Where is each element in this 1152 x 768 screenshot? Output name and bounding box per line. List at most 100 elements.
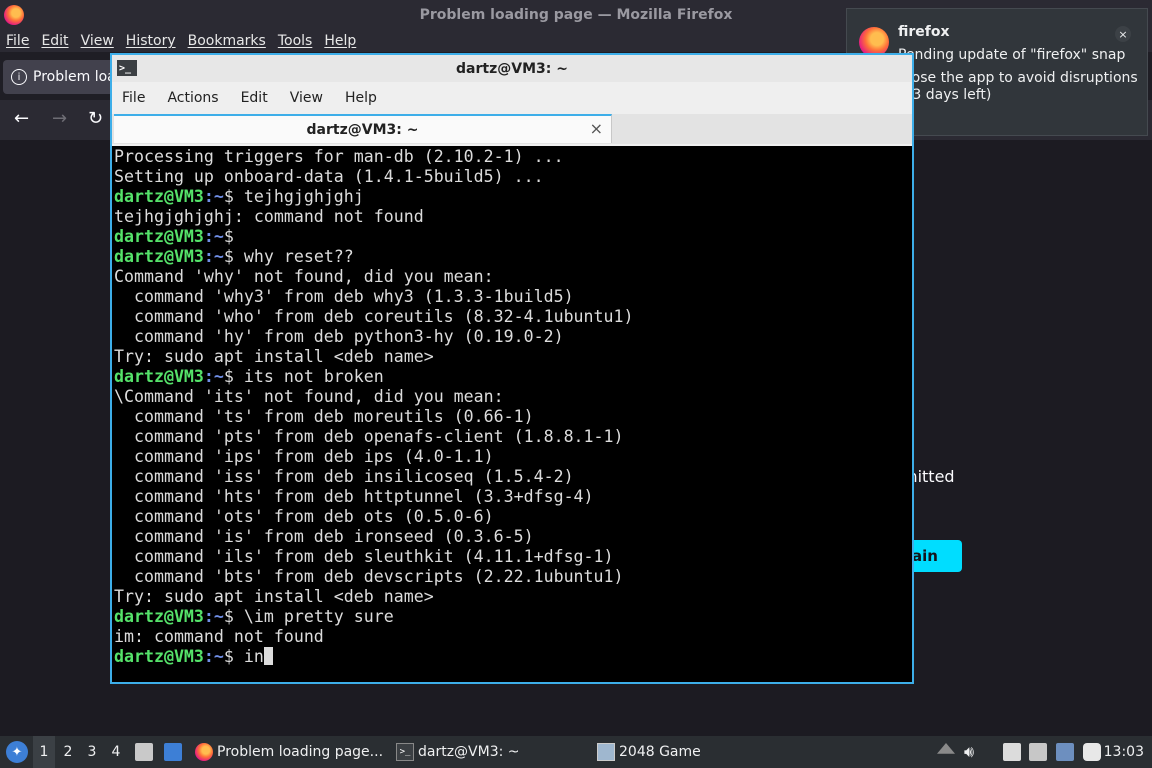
desktop: Problem loading page — Mozilla Firefox F…: [0, 0, 1152, 768]
terminal-output-line: command 'hy' from deb python3-hy (0.19.0…: [114, 327, 564, 346]
terminal-tab-label: dartz@VM3: ~: [306, 121, 419, 138]
workspace-2[interactable]: 2: [57, 736, 79, 768]
terminal-tabbar: dartz@VM3: ~ ×: [112, 114, 912, 144]
reload-icon[interactable]: ↻: [88, 108, 103, 129]
terminal-output-line: command 'ips' from deb ips (4.0-1.1): [114, 447, 494, 466]
terminal-icon[interactable]: >_: [117, 60, 137, 76]
prompt-symbol: $: [223, 367, 234, 386]
taskbar-task-label: dartz@VM3: ~: [418, 744, 520, 760]
updates-icon[interactable]: [1083, 743, 1101, 761]
workspace-4[interactable]: 4: [105, 736, 127, 768]
prompt-path: :~: [203, 647, 224, 666]
terminal-menu-actions[interactable]: Actions: [167, 90, 218, 106]
terminal-titlebar[interactable]: >_ dartz@VM3: ~: [112, 55, 912, 82]
terminal-window-title: dartz@VM3: ~: [456, 60, 568, 77]
taskbar-task-label: Problem loading page...: [217, 744, 384, 760]
terminal-menu-file[interactable]: File: [122, 90, 145, 106]
workspace-3[interactable]: 3: [81, 736, 103, 768]
terminal-output-line: command 'is' from deb ironseed (0.3.6-5): [114, 527, 534, 546]
terminal-output-line: Try: sudo apt install <deb name>: [114, 587, 434, 606]
terminal-output-line: command 'ts' from deb moreutils (0.66-1): [114, 407, 534, 426]
firefox-menu-bookmarks[interactable]: Bookmarks: [188, 33, 266, 49]
terminal-command-line: dartz@VM3:~$ in: [114, 647, 910, 667]
terminal-menu-view[interactable]: View: [290, 90, 323, 106]
forward-arrow-icon[interactable]: →: [52, 108, 67, 129]
terminal-command-line: dartz@VM3:~$ why reset??: [114, 247, 910, 267]
prompt-path: :~: [203, 247, 224, 266]
prompt-path: :~: [203, 187, 224, 206]
eject-icon[interactable]: [937, 743, 955, 754]
workspace-1[interactable]: 1: [33, 736, 55, 768]
firefox-menu-view[interactable]: View: [81, 33, 114, 49]
notification-app-name: firefox: [898, 24, 950, 40]
command-text: tejhgjghjghj: [233, 187, 364, 206]
terminal-output-line: command 'who' from deb coreutils (8.32-4…: [114, 307, 634, 326]
back-arrow-icon[interactable]: ←: [14, 108, 29, 129]
prompt-symbol: $: [223, 607, 234, 626]
terminal-output-line: command 'pts' from deb openafs-client (1…: [114, 427, 624, 446]
notification-detail: Close the app to avoid disruptions (13 d…: [898, 70, 1138, 103]
terminal-menu-help[interactable]: Help: [345, 90, 377, 106]
network-icon[interactable]: [1029, 743, 1047, 761]
terminal-output-line: \Command 'its' not found, did you mean:: [114, 387, 504, 406]
taskbar-task-2048[interactable]: 2048 Game: [597, 736, 701, 768]
command-text: \im pretty sure: [233, 607, 394, 626]
start-menu-icon[interactable]: ✦: [6, 741, 28, 763]
prompt-user: dartz@VM3: [114, 647, 204, 666]
firefox-menu-history[interactable]: History: [126, 33, 176, 49]
terminal-menu-edit[interactable]: Edit: [241, 90, 268, 106]
terminal-tab[interactable]: dartz@VM3: ~ ×: [114, 114, 612, 143]
volume-icon[interactable]: 🔊︎: [964, 743, 982, 761]
prompt-user: dartz@VM3: [114, 367, 204, 386]
terminal-output-line: command 'why3' from deb why3 (1.3.3-1bui…: [114, 287, 574, 306]
prompt-symbol: $: [223, 187, 234, 206]
terminal-output[interactable]: Processing triggers for man-db (2.10.2-1…: [112, 146, 912, 682]
file-manager-icon[interactable]: [135, 743, 153, 761]
notification-close-button[interactable]: ×: [1115, 26, 1131, 42]
terminal-output-line: command 'ots' from deb ots (0.5.0-6): [114, 507, 494, 526]
terminal-output-line: Command 'why' not found, did you mean:: [114, 267, 494, 286]
clipboard-icon[interactable]: [1003, 743, 1021, 761]
terminal-output-line: command 'ils' from deb sleuthkit (4.11.1…: [114, 547, 614, 566]
prompt-path: :~: [203, 367, 224, 386]
terminal-window: >_ dartz@VM3: ~ File Actions Edit View H…: [110, 53, 914, 684]
prompt-user: dartz@VM3: [114, 227, 204, 246]
display-icon[interactable]: [1056, 743, 1074, 761]
firefox-window-title: Problem loading page — Mozilla Firefox: [419, 7, 733, 23]
taskbar: ✦ 1 2 3 4 Problem loading page... >_ dar…: [0, 736, 1152, 768]
terminal-output-line: command 'bts' from deb devscripts (2.22.…: [114, 567, 624, 586]
taskbar-task-terminal[interactable]: >_ dartz@VM3: ~: [396, 736, 520, 768]
prompt-path: :~: [203, 607, 224, 626]
command-text: in: [233, 647, 264, 666]
terminal-output-line: tejhgjghjghj: command not found: [114, 207, 424, 226]
firefox-icon: [4, 5, 24, 25]
notification-body: Pending update of "firefox" snap Close t…: [898, 47, 1138, 104]
notification-message: Pending update of "firefox" snap: [898, 47, 1126, 63]
firefox-menu-file[interactable]: File: [6, 33, 29, 49]
prompt-user: dartz@VM3: [114, 607, 204, 626]
terminal-output-line: Setting up onboard-data (1.4.1-5build5) …: [114, 167, 544, 186]
terminal-command-line: dartz@VM3:~$ \im pretty sure: [114, 607, 910, 627]
prompt-user: dartz@VM3: [114, 187, 204, 206]
terminal-output-line: command 'hts' from deb httptunnel (3.3+d…: [114, 487, 594, 506]
text-cursor: [263, 647, 273, 665]
tab-close-icon[interactable]: ×: [590, 119, 603, 138]
prompt-user: dartz@VM3: [114, 247, 204, 266]
taskbar-task-firefox[interactable]: Problem loading page...: [195, 736, 383, 768]
command-text: why reset??: [233, 247, 354, 266]
window-icon: [597, 743, 615, 761]
clock[interactable]: 13:03: [1104, 736, 1144, 768]
terminal-output-line: Processing triggers for man-db (2.10.2-1…: [114, 147, 564, 166]
firefox-menu-edit[interactable]: Edit: [41, 33, 68, 49]
command-text: its not broken: [233, 367, 384, 386]
show-desktop-icon[interactable]: [164, 743, 182, 761]
firefox-menu-tools[interactable]: Tools: [278, 33, 313, 49]
terminal-command-line: dartz@VM3:~$: [114, 227, 910, 247]
prompt-symbol: $: [223, 227, 234, 246]
prompt-symbol: $: [223, 647, 234, 666]
terminal-output-line: command 'iss' from deb insilicoseq (1.5.…: [114, 467, 574, 486]
terminal-command-line: dartz@VM3:~$ its not broken: [114, 367, 910, 387]
terminal-command-line: dartz@VM3:~$ tejhgjghjghj: [114, 187, 910, 207]
firefox-icon: [195, 743, 213, 761]
firefox-menu-help[interactable]: Help: [324, 33, 356, 49]
